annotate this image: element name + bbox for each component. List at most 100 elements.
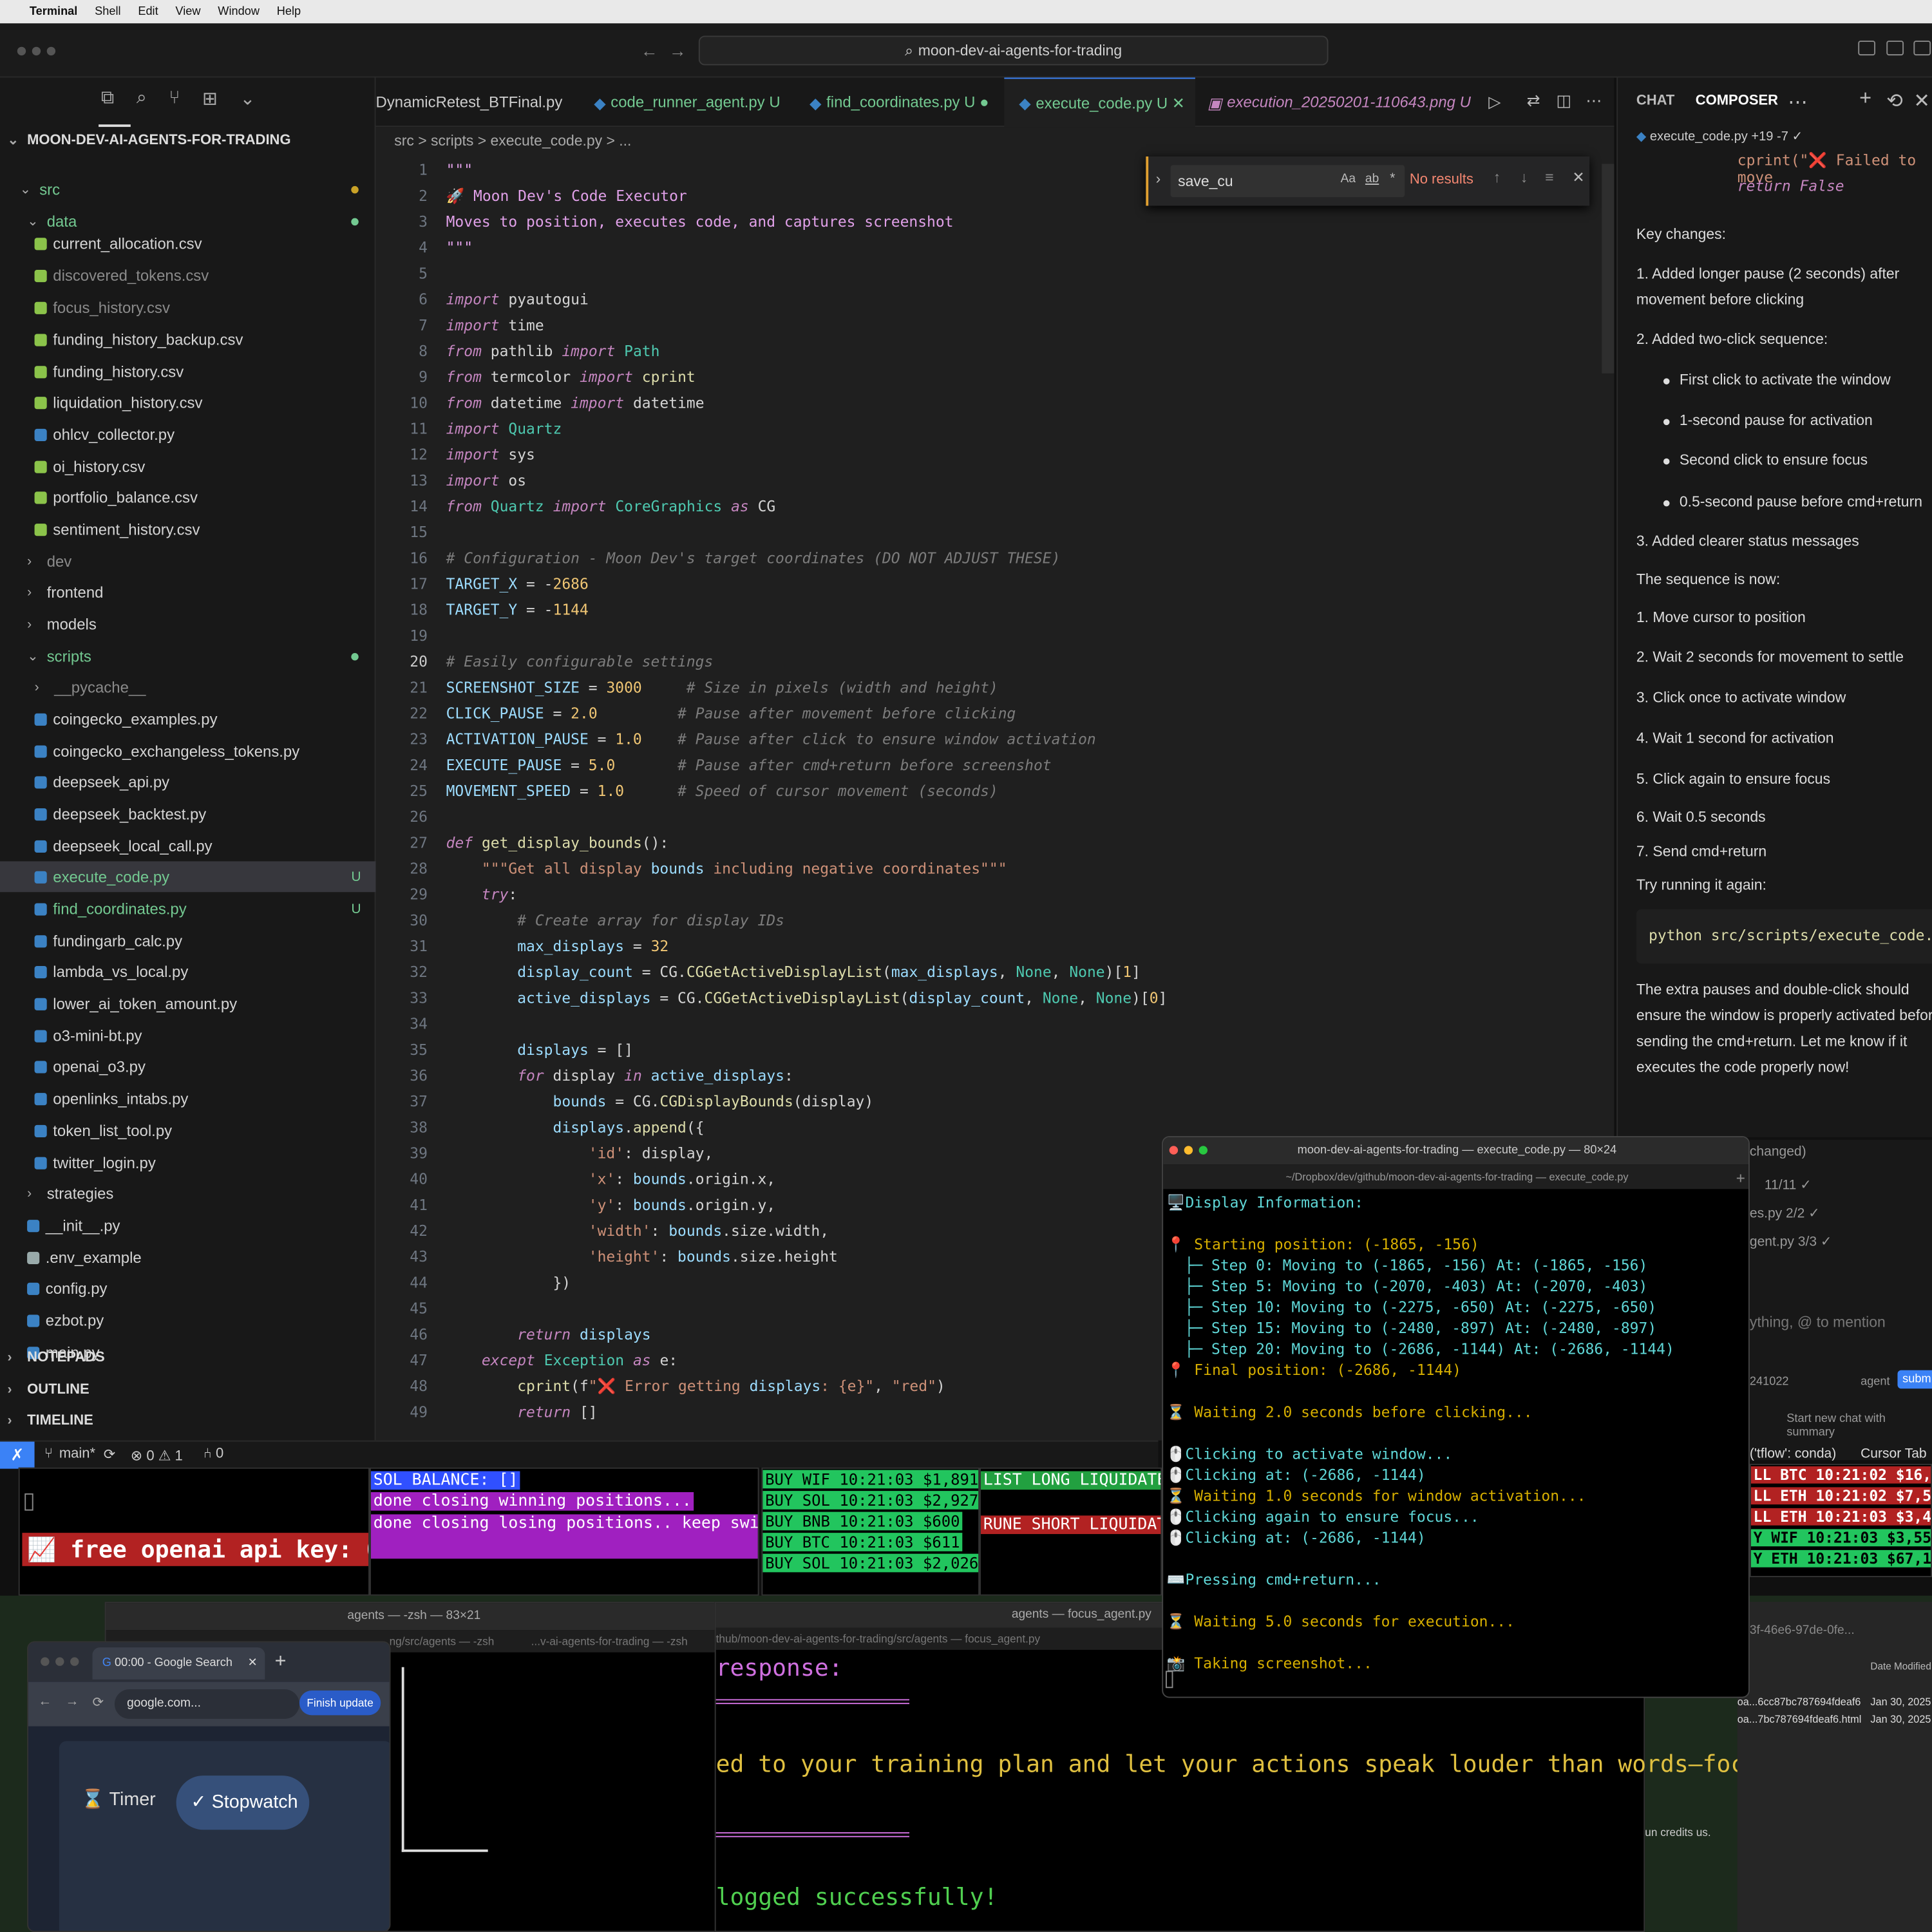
back-arrow-icon[interactable]: ← [641, 41, 658, 61]
more-actions-icon[interactable]: ⋯ [1586, 91, 1602, 111]
file-item[interactable]: portfolio_balance.csv [0, 482, 376, 513]
file-item[interactable]: deepseek_api.py [0, 766, 376, 797]
zoom-window-button[interactable] [70, 1657, 79, 1666]
section-notepads[interactable]: › NOTEPADS [7, 1350, 104, 1365]
forward-arrow-icon[interactable]: → [65, 1694, 79, 1709]
close-window-button[interactable] [1169, 1146, 1179, 1155]
file-item[interactable]: twitter_login.py [0, 1147, 376, 1178]
minimize-window-button[interactable] [1184, 1146, 1193, 1155]
close-window-button[interactable] [17, 46, 26, 56]
file-item[interactable]: ezbot.py [0, 1305, 376, 1336]
file-change-chip[interactable]: ◆ execute_code.py +19 -7 ✓ [1636, 129, 1803, 144]
tab-composer[interactable]: COMPOSER [1696, 93, 1778, 108]
file-item[interactable]: focus_history.csv [0, 292, 376, 323]
menu-app-name[interactable]: Terminal [30, 5, 77, 19]
previous-match-icon[interactable]: ↑ [1493, 169, 1501, 186]
toggle-secondary-sidebar-icon[interactable] [1913, 41, 1931, 56]
menu-shell[interactable]: Shell [95, 5, 120, 19]
find-in-selection-icon[interactable]: ≡ [1545, 169, 1553, 186]
editor-scrollbar[interactable] [1602, 164, 1615, 374]
browser-tab[interactable]: G 00:00 - Google Search ✕ [92, 1647, 265, 1680]
file-item[interactable]: discovered_tokens.csv [0, 260, 376, 291]
new-tab-icon[interactable]: + [1736, 1170, 1745, 1187]
problems-indicator[interactable]: ⊗ 0 ⚠ 1 [131, 1446, 183, 1464]
timer-tab[interactable]: ⌛ Timer [81, 1788, 155, 1810]
extensions-icon[interactable]: ⊞ [202, 88, 218, 110]
close-icon[interactable]: ✕ [248, 1647, 258, 1680]
tab-find-coordinates[interactable]: ◆ find_coordinates.py U ● [795, 78, 1004, 128]
tab-execution-png[interactable]: ▣ execution_20250201-110643.png U [1195, 78, 1471, 128]
close-window-button[interactable] [41, 1657, 50, 1666]
close-icon[interactable]: ✕ [1913, 89, 1930, 113]
cursor-tab-status[interactable]: Cursor Tab [1861, 1446, 1927, 1461]
menu-edit[interactable]: Edit [138, 5, 158, 19]
folder-item[interactable]: › models [0, 609, 376, 639]
file-item[interactable]: openai_o3.py [0, 1051, 376, 1082]
folder-item[interactable]: › __pycache__ [0, 672, 376, 703]
tab-label[interactable]: ng/src/agents — -zsh [390, 1630, 495, 1652]
file-item[interactable]: openlinks_intabs.py [0, 1083, 376, 1114]
remote-icon[interactable]: ✗ [0, 1441, 35, 1469]
file-item[interactable]: __init__.py [0, 1210, 376, 1241]
mode-label[interactable]: agent [1861, 1375, 1890, 1388]
explorer-icon[interactable]: ⧉ [101, 88, 115, 109]
reload-icon[interactable]: ⟳ [92, 1694, 104, 1710]
file-item[interactable]: execute_code.py U [0, 861, 376, 893]
file-item[interactable]: fundingarb_calc.py [0, 925, 376, 956]
chevron-down-icon[interactable]: ⌄ [240, 88, 256, 110]
explorer-root[interactable]: ⌄ MOON-DEV-AI-AGENTS-FOR-TRADING [7, 132, 290, 148]
find-input[interactable]: save_cu Aa ab * [1170, 165, 1405, 198]
file-item[interactable]: lambda_vs_local.py [0, 956, 376, 987]
file-item[interactable]: coingecko_examples.py [0, 703, 376, 734]
new-tab-icon[interactable]: + [275, 1651, 287, 1673]
folder-item[interactable]: › strategies [0, 1178, 376, 1209]
compare-icon[interactable]: ⇄ [1527, 91, 1540, 111]
chat-input-placeholder[interactable]: ything, @ to mention [1750, 1314, 1886, 1331]
git-branch[interactable]: main* [59, 1446, 95, 1461]
toggle-replace-icon[interactable]: › [1156, 170, 1161, 187]
source-control-icon[interactable]: ⑂ [169, 88, 180, 109]
split-editor-icon[interactable]: ◫ [1556, 91, 1571, 111]
file-item[interactable]: current_allocation.csv [0, 228, 376, 259]
file-item[interactable]: o3-mini-bt.py [0, 1020, 376, 1051]
file-item[interactable]: lower_ai_token_amount.py [0, 988, 376, 1019]
command-center-search[interactable]: ⌕ moon-dev-ai-agents-for-trading [698, 35, 1329, 66]
tab-code-runner-agent[interactable]: ◆ code_runner_agent.py U [579, 78, 795, 128]
file-item[interactable]: funding_history.csv [0, 356, 376, 387]
file-item[interactable]: liquidation_history.csv [0, 387, 376, 418]
file-item[interactable]: oi_history.csv [0, 451, 376, 482]
submit-button[interactable]: subm [1897, 1370, 1932, 1389]
file-item[interactable]: sentiment_history.csv [0, 514, 376, 545]
file-item[interactable]: funding_history_backup.csv [0, 324, 376, 355]
folder-item[interactable]: › dev [0, 546, 376, 577]
terminal-tab[interactable]: ~/Dropbox/dev/github/moon-dev-ai-agents-… [1163, 1164, 1748, 1189]
menu-window[interactable]: Window [218, 5, 260, 19]
whole-word-icon[interactable]: ab [1365, 173, 1379, 186]
tab-chat[interactable]: CHAT [1636, 93, 1674, 108]
zoom-window-button[interactable] [1198, 1146, 1208, 1155]
plus-icon[interactable]: + [1859, 86, 1871, 111]
folder-item[interactable]: ⌄ scripts [0, 641, 376, 672]
sync-icon[interactable]: ⟳ [104, 1445, 115, 1463]
forward-arrow-icon[interactable]: → [669, 41, 687, 61]
tab-label[interactable]: ...v-ai-agents-for-trading — -zsh [531, 1630, 688, 1652]
file-item[interactable]: deepseek_local_call.py [0, 831, 376, 862]
section-timeline[interactable]: › TIMELINE [7, 1414, 93, 1428]
minimize-window-button[interactable] [55, 1657, 64, 1666]
finish-update-button[interactable]: Finish update [299, 1690, 381, 1716]
minimize-window-button[interactable] [32, 46, 41, 56]
run-icon[interactable]: ▷ [1488, 92, 1501, 112]
file-item[interactable]: config.py [0, 1273, 376, 1303]
file-item[interactable]: token_list_tool.py [0, 1115, 376, 1146]
date-modified-header[interactable]: Date Modified [1870, 1661, 1931, 1672]
file-item[interactable]: .env_example [0, 1242, 376, 1273]
new-chat-link[interactable]: Start new chat with summary [1786, 1412, 1932, 1439]
section-outline[interactable]: › OUTLINE [7, 1383, 89, 1397]
file-item[interactable]: find_coordinates.py U [0, 893, 376, 924]
match-case-icon[interactable]: Aa [1341, 173, 1356, 186]
toggle-sidebar-icon[interactable] [1858, 41, 1876, 56]
file-row[interactable]: oa...7bc787694fdeaf6.html [1738, 1712, 1862, 1725]
tab-dynamic-retest[interactable]: DynamicRetest_BTFinal.py [376, 78, 580, 128]
back-arrow-icon[interactable]: ← [38, 1694, 52, 1709]
search-icon[interactable]: ⌕ [137, 88, 147, 109]
